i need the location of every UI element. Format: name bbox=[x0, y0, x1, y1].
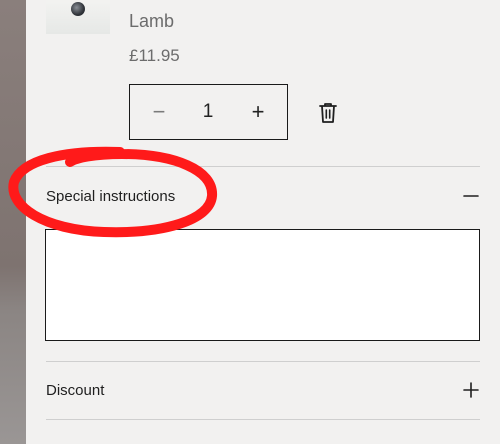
discount-label[interactable]: Discount bbox=[46, 382, 104, 399]
quantity-value[interactable]: 1 bbox=[180, 85, 236, 138]
divider bbox=[46, 419, 480, 420]
minus-icon[interactable] bbox=[460, 185, 482, 207]
product-price: £11.95 bbox=[129, 46, 180, 65]
product-jar-image bbox=[71, 2, 85, 16]
quantity-increase-button[interactable]: + bbox=[233, 85, 283, 138]
divider bbox=[46, 361, 480, 362]
trash-icon[interactable] bbox=[317, 101, 339, 125]
product-name[interactable]: Lamb bbox=[129, 11, 174, 32]
plus-icon[interactable] bbox=[460, 379, 482, 401]
cart-drawer bbox=[26, 0, 500, 444]
special-instructions-label[interactable]: Special instructions bbox=[46, 188, 175, 205]
special-instructions-input[interactable] bbox=[45, 229, 480, 341]
quantity-decrease-button[interactable]: − bbox=[134, 85, 184, 138]
product-thumbnail[interactable] bbox=[46, 0, 110, 34]
divider bbox=[46, 166, 480, 167]
page-backdrop bbox=[0, 0, 26, 444]
quantity-stepper: − 1 + bbox=[129, 84, 288, 140]
